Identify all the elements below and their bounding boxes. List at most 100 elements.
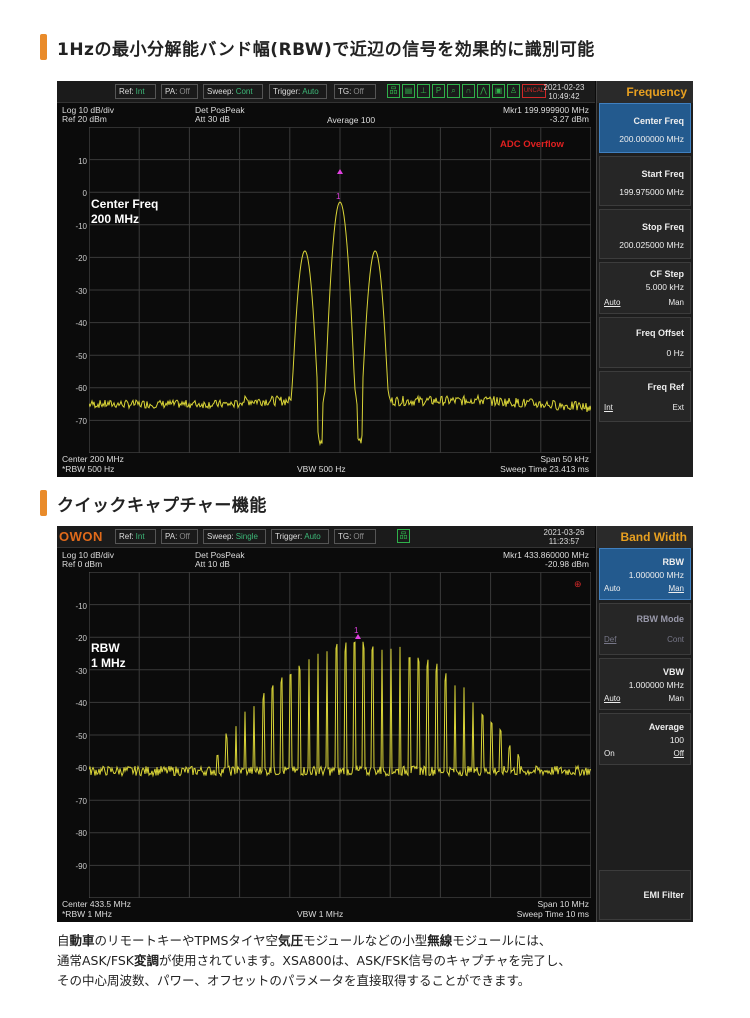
auto-option[interactable]: Auto [604, 298, 620, 307]
auto-option[interactable]: Auto [604, 584, 620, 593]
sweep-value: Cont [235, 87, 253, 96]
caption-bold: 無線 [427, 933, 453, 948]
y-tick-label: -10 [75, 602, 87, 611]
softkey-value: 5.000 kHz [645, 282, 684, 292]
softkey-value: 200.025000 MHz [619, 240, 684, 250]
ref-level-text: Ref 20 dBm [62, 114, 107, 124]
pa-chip[interactable]: PA: Off [161, 84, 198, 99]
softkey-value: 199.975000 MHz [619, 187, 684, 197]
status-bar: OWON Ref: Int PA: Off Sweep: Single Trigger… [57, 526, 595, 548]
y-tick-label: -20 [75, 254, 87, 263]
softkey-label: Center Freq [633, 116, 684, 126]
time-text: 11:23:57 [548, 537, 580, 546]
softkey-label: Freq Offset [635, 328, 684, 338]
y-tick-label: -80 [75, 829, 87, 838]
sweep-chip[interactable]: Sweep: Single [203, 529, 266, 544]
ref-chip[interactable]: Ref: Int [115, 529, 156, 544]
sweep-chip[interactable]: Sweep: Cont [203, 84, 263, 99]
trigger-key: Trigger: [275, 532, 303, 541]
span-text: Span 50 kHz [540, 454, 589, 464]
status-bar: Ref: Int PA: Off Sweep: Cont Trigger: Auto T… [57, 81, 595, 103]
cont-option[interactable]: Cont [667, 635, 684, 644]
pa-key: PA: [165, 532, 178, 541]
headphones-icon: ∩ [462, 84, 475, 98]
ruler-icon: ⊥ [417, 84, 430, 98]
section-title-text: クイックキャプチャー機能 [57, 495, 267, 516]
freq-ref-softkey[interactable]: Freq Ref Int Ext [599, 371, 691, 422]
rbw-mode-softkey[interactable]: RBW Mode Def Cont [599, 603, 691, 655]
stop-freq-softkey[interactable]: Stop Freq 200.025000 MHz [599, 209, 691, 259]
bandwidth-menu: Band Width RBW 1.000000 MHz Auto Man RBW… [596, 526, 693, 922]
y-tick-label: -50 [75, 732, 87, 741]
rbw-text: *RBW 500 Hz [62, 464, 115, 474]
caption-text: 自 [57, 933, 70, 948]
accent-bar [40, 34, 47, 60]
trigger-chip[interactable]: Trigger: Auto [269, 84, 327, 99]
y-tick-label: -30 [75, 667, 87, 676]
emi-filter-softkey[interactable]: EMI Filter [599, 870, 691, 920]
pa-key: PA: [165, 87, 178, 96]
trigger-chip[interactable]: Trigger: Auto [271, 529, 329, 544]
pa-chip[interactable]: PA: Off [161, 529, 198, 544]
trigger-value: Auto [304, 532, 321, 541]
auto-option[interactable]: Auto [604, 694, 620, 703]
caption-line-2: 通常ASK/FSK変調が使用されています。XSA800は、ASK/FSK信号のキ… [57, 951, 717, 971]
pa-value: Off [179, 87, 190, 96]
status-icons: 品 ▤ ⊥ P ⌕ ∩ ⋀ ▣ ♙ UNCAL [387, 84, 546, 100]
freq-offset-softkey[interactable]: Freq Offset 0 Hz [599, 317, 691, 368]
center-text: Center 433.5 MHz [62, 899, 131, 909]
softkey-label: Start Freq [641, 169, 684, 179]
sweep-time-text: Sweep Time 23.413 ms [500, 464, 589, 474]
off-option[interactable]: Off [673, 749, 684, 758]
rbw-text: *RBW 1 MHz [62, 909, 113, 919]
trigger-value: Auto [302, 87, 319, 96]
man-option[interactable]: Man [668, 694, 684, 703]
status-icons: 品 [397, 529, 410, 545]
def-option[interactable]: Def [604, 635, 616, 644]
tg-value: Off [353, 87, 364, 96]
pass-icon: P [432, 84, 445, 98]
start-freq-softkey[interactable]: Start Freq 199.975000 MHz [599, 156, 691, 206]
softkey-value: 200.000000 MHz [619, 134, 684, 144]
sweep-key: Sweep: [207, 532, 234, 541]
man-option[interactable]: Man [668, 584, 684, 593]
center-freq-softkey[interactable]: Center Freq 200.000000 MHz [599, 103, 691, 153]
analyzer-screen-frequency: Ref: Int PA: Off Sweep: Cont Trigger: Auto T… [57, 81, 693, 477]
caption-text: のリモートキーやTPMSタイヤ空 [94, 933, 279, 948]
caption-text: が使用されています。XSA800は、ASK/FSK信号のキャプチャを完了し、 [159, 953, 571, 968]
network-icon: 品 [387, 84, 400, 98]
y-tick-label: 0 [82, 189, 87, 198]
man-option[interactable]: Man [668, 298, 684, 307]
softkey-label: CF Step [649, 269, 684, 279]
tg-chip[interactable]: TG: Off [334, 529, 376, 544]
ref-value: Int [135, 87, 145, 96]
vbw-softkey[interactable]: VBW 1.000000 MHz Auto Man [599, 658, 691, 710]
vbw-text: VBW 1 MHz [297, 909, 344, 919]
spectrum-trace-1 [89, 127, 591, 453]
plot-area: Log 10 dB/div Ref 20 dBm Det PosPeak Att… [57, 103, 595, 477]
marker-level-text: -20.98 dBm [545, 559, 589, 569]
y-tick-label: -60 [75, 384, 87, 393]
center-freq-annotation: Center Freq 200 MHz [91, 197, 158, 227]
section-title-rbw: 1Hzの最小分解能バンド幅(RBW)で近辺の信号を効果的に識別可能 [40, 33, 595, 61]
attenuation-text: Att 30 dB [195, 114, 230, 124]
trigger-key: Trigger: [273, 87, 301, 96]
search-icon: ⌕ [447, 84, 460, 98]
tg-chip[interactable]: TG: Off [334, 84, 376, 99]
datetime: 2021-03-26 11:23:57 [535, 528, 593, 546]
ref-key: Ref: [119, 87, 134, 96]
y-tick-label: -70 [75, 797, 87, 806]
rbw-softkey[interactable]: RBW 1.000000 MHz Auto Man [599, 548, 691, 600]
caption-line-3: その中心周波数、パワー、オフセットのパラメータを直接取得することができます。 [57, 973, 531, 988]
ext-option[interactable]: Ext [672, 403, 684, 412]
cf-step-softkey[interactable]: CF Step 5.000 kHz Auto Man [599, 262, 691, 314]
vbw-text: VBW 500 Hz [297, 464, 346, 474]
tg-key: TG: [338, 532, 352, 541]
date-text: 2021-02-23 [543, 83, 585, 92]
marker-1-diamond [337, 169, 343, 174]
on-option[interactable]: On [604, 749, 615, 758]
plot-area: Log 10 dB/div Ref 0 dBm Det PosPeak Att … [57, 548, 595, 922]
ref-chip[interactable]: Ref: Int [115, 84, 156, 99]
int-option[interactable]: Int [604, 403, 613, 412]
average-softkey[interactable]: Average 100 On Off [599, 713, 691, 765]
